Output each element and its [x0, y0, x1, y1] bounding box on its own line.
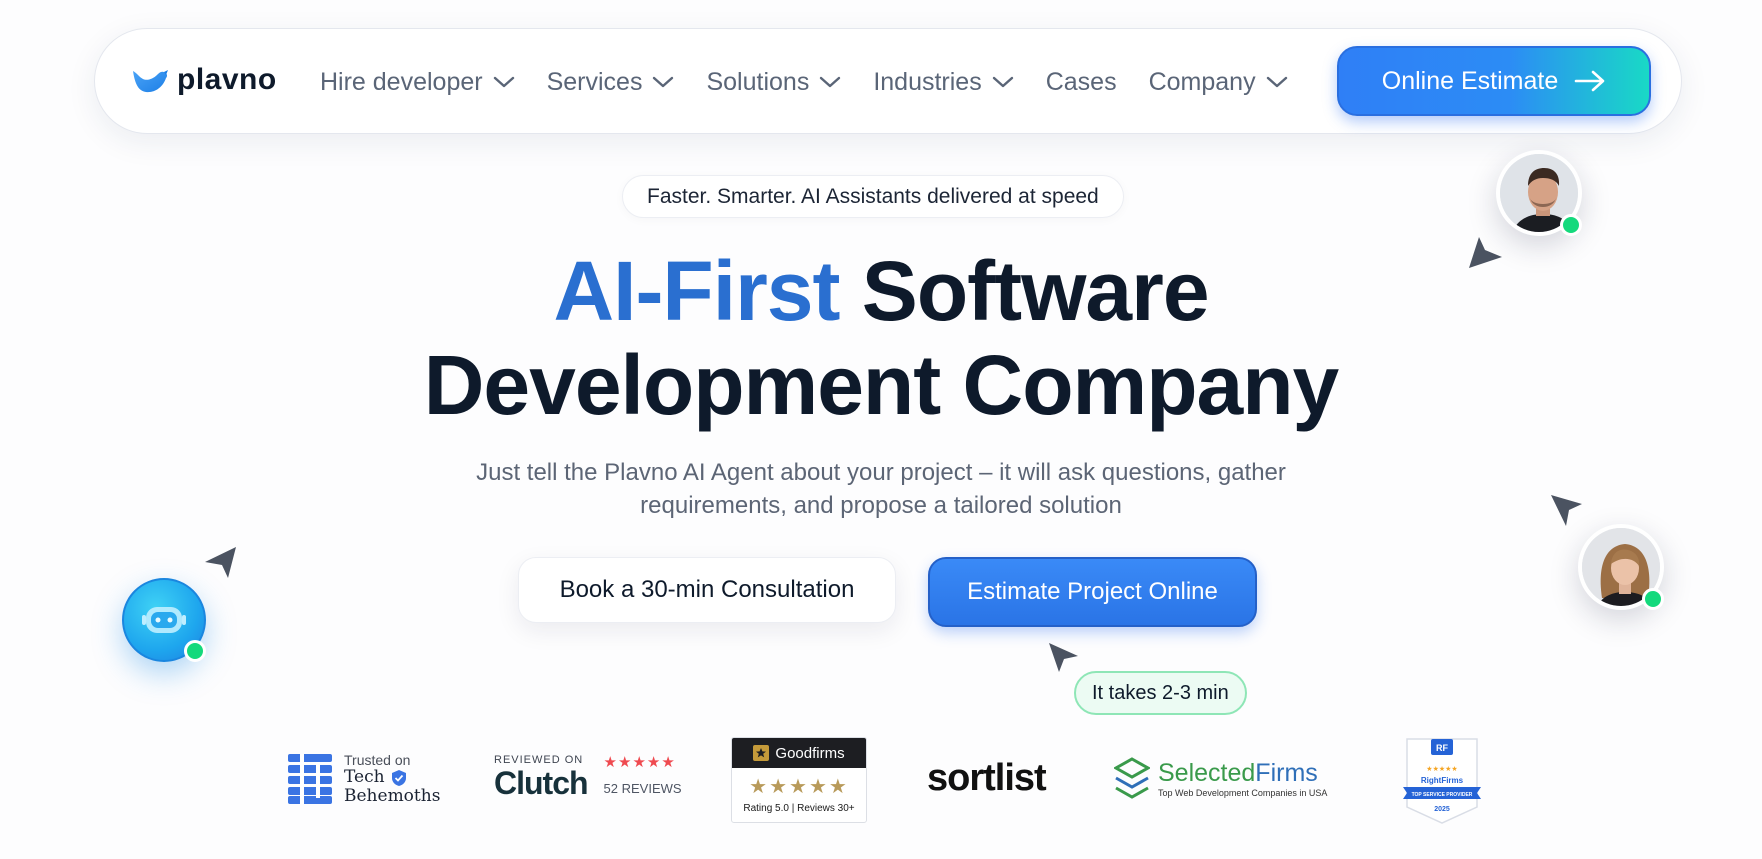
online-status-dot [1560, 214, 1582, 236]
tb-trusted-label: Trusted on [344, 752, 411, 768]
online-estimate-button[interactable]: Online Estimate [1337, 46, 1651, 116]
chevron-down-icon [992, 76, 1013, 88]
subtitle-line-2: requirements, and propose a tailored sol… [640, 492, 1122, 519]
techbehemoths-text: Trusted on Tech Behemoths [344, 752, 440, 806]
time-estimate-pill: It takes 2-3 min [1074, 671, 1247, 715]
shield-check-icon [391, 769, 406, 786]
chevron-down-icon [820, 76, 841, 88]
goodfirms-header: Goodfirms [732, 738, 866, 768]
goodfirms-stars: ★★★★★ [749, 776, 849, 798]
selectedfirms-badge[interactable]: SelectedFirms Top Web Development Compan… [1114, 757, 1327, 799]
robot-icon [142, 607, 186, 633]
goodfirms-rating: Rating 5.0 | Reviews 30+ [743, 803, 855, 814]
top-navbar: plavno Hire developer Services Solutions… [94, 28, 1682, 134]
svg-text:TOP SERVICE PROVIDER: TOP SERVICE PROVIDER [1412, 792, 1473, 798]
nav-label: Solutions [706, 67, 810, 96]
arrow-right-icon [1574, 70, 1605, 92]
nav-solutions[interactable]: Solutions [706, 68, 841, 97]
tb-name-line2: Behemoths [344, 786, 441, 806]
tagline-pill: Faster. Smarter. AI Assistants delivered… [622, 175, 1124, 218]
nav-cases[interactable]: Cases [1046, 68, 1117, 97]
online-status-dot [184, 640, 206, 662]
hero-subtitle: Just tell the Plavno AI Agent about your… [0, 456, 1762, 522]
cursor-arrow-icon [205, 547, 236, 578]
rightfirms-badge[interactable]: RF ★★★★★ RightFirms TOP SERVICE PROVIDER… [1403, 737, 1481, 830]
clutch-left: REVIEWED ON Clutch [494, 754, 589, 801]
tb-name-line1: Tech [344, 768, 440, 787]
nav-label: Services [546, 67, 643, 96]
sf-name-firms: Firms [1255, 758, 1318, 787]
nav-label: Cases [1045, 67, 1117, 96]
clutch-logo-text: Clutch [494, 765, 589, 801]
main-menu: Hire developer Services Solutions Indust… [320, 29, 1320, 135]
clutch-stars: ★★★★★ [603, 754, 676, 771]
svg-text:★★★★★: ★★★★★ [1426, 765, 1457, 773]
techbehemoths-badge[interactable]: Trusted on Tech Behemoths [288, 752, 440, 806]
selectedfirms-text: SelectedFirms Top Web Development Compan… [1158, 759, 1327, 798]
nav-label: Industries [873, 67, 982, 96]
goodfirms-badge[interactable]: Goodfirms ★★★★★ Rating 5.0 | Reviews 30+ [731, 737, 867, 823]
cursor-arrow-icon [1551, 495, 1582, 526]
nav-hire-developer[interactable]: Hire developer [320, 68, 515, 97]
bird-logo-icon [133, 70, 168, 93]
book-consultation-button[interactable]: Book a 30-min Consultation [518, 557, 896, 623]
sf-name-selected: Selected [1158, 758, 1256, 787]
svg-text:2025: 2025 [1434, 806, 1450, 813]
svg-text:RF: RF [1436, 743, 1448, 753]
rf-name-svg: RightFirms [1421, 776, 1464, 785]
hero-title-line-2: Development Company [423, 338, 1340, 432]
selectedfirms-subtitle: Top Web Development Companies in USA [1158, 787, 1328, 798]
subtitle-line-1: Just tell the Plavno AI Agent about your… [476, 459, 1286, 486]
clutch-reviews-count: 52 REVIEWS [603, 781, 682, 796]
goodfirms-name: Goodfirms [775, 744, 845, 762]
nav-industries[interactable]: Industries [873, 68, 1013, 97]
online-status-dot [1642, 588, 1664, 610]
nav-label: Company [1148, 67, 1256, 96]
hero-title-rest: Software [861, 244, 1210, 338]
techbehemoths-logo-icon [288, 754, 332, 804]
estimate-project-button[interactable]: Estimate Project Online [928, 557, 1257, 627]
sortlist-badge[interactable]: sortlist [927, 757, 1047, 800]
selectedfirms-name: SelectedFirms [1158, 759, 1327, 788]
hero-title-accent: AI-First [553, 244, 840, 338]
goodfirms-star-icon [753, 745, 770, 761]
logo-text: plavno [177, 63, 277, 96]
rightfirms-shield-icon: RF ★★★★★ RightFirms TOP SERVICE PROVIDER… [1403, 738, 1481, 824]
trust-badges-row: Trusted on Tech Behemoths REVIEWED ON Cl… [0, 735, 1762, 825]
plavno-logo[interactable]: plavno [131, 63, 277, 97]
selectedfirms-logo-icon [1114, 757, 1150, 799]
tb-name-tech: Tech [344, 767, 385, 787]
chevron-down-icon [1266, 76, 1287, 88]
nav-services[interactable]: Services [547, 68, 675, 97]
cta-label: Online Estimate [1381, 66, 1559, 95]
clutch-right: ★★★★★ 52 REVIEWS [604, 753, 682, 800]
chevron-down-icon [493, 76, 514, 88]
cursor-arrow-icon [1469, 237, 1502, 268]
clutch-badge[interactable]: REVIEWED ON Clutch ★★★★★ 52 REVIEWS [494, 753, 682, 800]
nav-company[interactable]: Company [1149, 68, 1288, 97]
cursor-arrow-icon [1049, 643, 1078, 672]
nav-label: Hire developer [320, 67, 483, 96]
chevron-down-icon [653, 76, 674, 88]
